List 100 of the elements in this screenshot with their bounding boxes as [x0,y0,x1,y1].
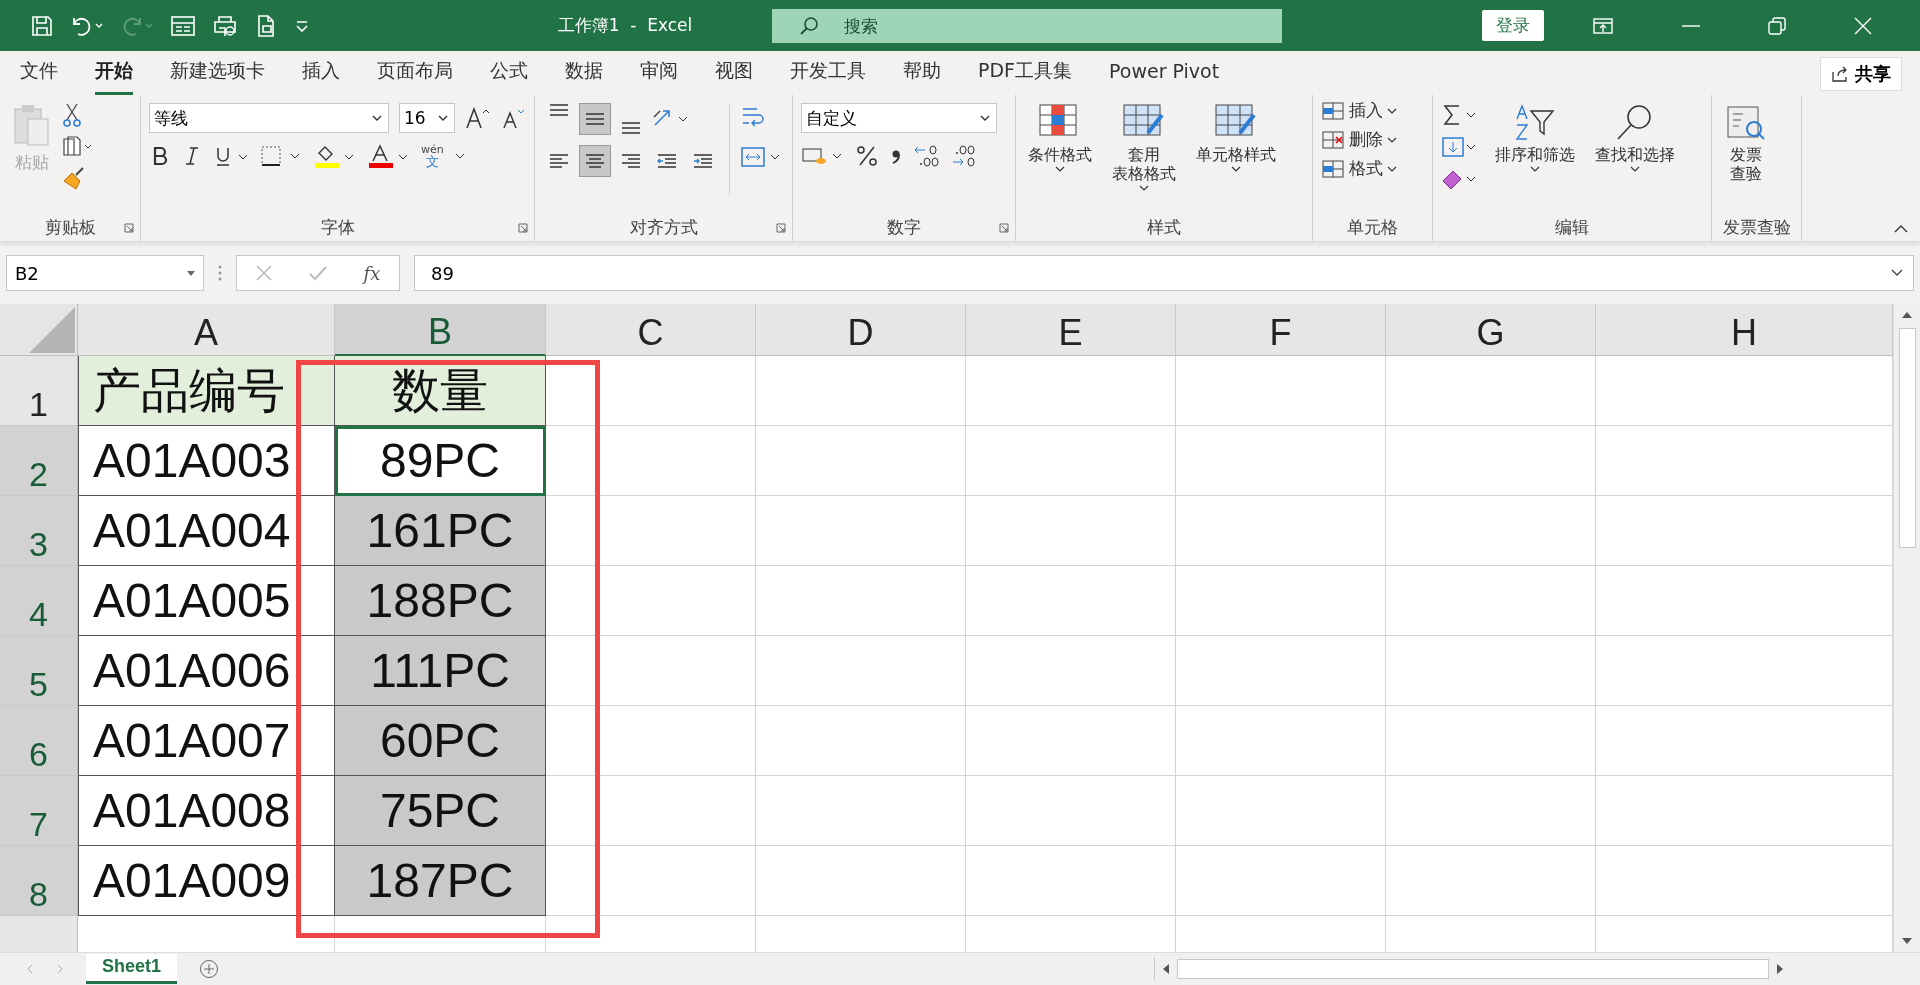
cell-grid-icon [1321,129,1345,150]
copy-icon[interactable] [62,135,92,159]
table-cell: 60PC [335,706,546,776]
group-label: 样式 [1147,215,1181,239]
phonetic-button[interactable]: wén 文 [421,144,444,168]
increase-decimal-icon[interactable] [913,143,941,169]
triangle-icon [29,307,75,353]
merge-center-icon[interactable] [740,145,782,169]
column-header[interactable]: G [1386,304,1596,356]
login-button[interactable]: 登录 [1482,10,1544,41]
row-header[interactable]: 8 [0,846,78,916]
scroll-right-icon[interactable] [1777,964,1783,974]
column-header[interactable]: D [756,304,966,356]
ribbon-tab[interactable]: 数据 [565,51,603,95]
form-icon[interactable] [170,13,196,38]
editing-button[interactable]: 排序和筛选 [1491,103,1579,173]
check-icon[interactable] [308,265,327,281]
search-icon [798,14,820,37]
cells-button[interactable]: 格式 [1321,157,1397,180]
increase-font-icon[interactable] [465,106,491,130]
font-name-field[interactable]: 等线 [149,103,389,133]
align-lines-icon [548,152,570,170]
ribbon-tab[interactable]: 开发工具 [790,51,866,95]
ribbon-tab[interactable]: 文件 [20,51,58,95]
column-header[interactable]: E [966,304,1176,356]
collapse-ribbon-icon[interactable] [1894,225,1908,233]
table-cell: 188PC [335,566,546,636]
column-header[interactable]: H [1596,304,1893,356]
column-header[interactable]: F [1176,304,1386,356]
save-icon[interactable] [30,13,54,38]
row-header[interactable]: 7 [0,776,78,846]
format-painter-icon[interactable] [62,167,86,191]
ribbon-tab[interactable]: 插入 [302,51,340,95]
column-header[interactable]: A [78,304,335,356]
name-box[interactable]: B2 [6,255,204,291]
editing-button[interactable]: 查找和选择 [1591,103,1679,173]
chevron-down-icon[interactable] [453,152,466,160]
chevron-down-icon [1231,166,1241,173]
chevron-down-icon [1387,136,1397,143]
dialog-launcher-icon[interactable] [776,223,786,233]
table-cell: 89PC [335,426,546,496]
table-cell: A01A004 [78,496,335,566]
dialog-launcher-icon[interactable] [518,223,528,233]
row-header[interactable]: 5 [0,636,78,706]
window-title: 工作簿1 - Excel [556,14,694,37]
dialog-launcher-icon[interactable] [999,223,1009,233]
search-field[interactable]: 搜索 [772,8,1282,43]
row-header[interactable]: 6 [0,706,78,776]
group-label: 发票查验 [1722,215,1791,239]
scissors-icon[interactable] [62,103,82,127]
cells-button[interactable]: 删除 [1321,128,1397,151]
minimize-icon[interactable] [1682,23,1700,28]
group-label: 单元格 [1347,215,1398,239]
close-icon[interactable] [1854,16,1872,35]
font-size-field[interactable]: 16 [399,103,455,133]
insert-function-button[interactable]: fx [363,262,381,284]
column-header[interactable]: C [546,304,756,356]
column-header[interactable]: B [335,304,546,356]
horizontal-align-button[interactable] [579,145,611,177]
restore-icon[interactable] [1768,16,1786,35]
cell-grid-icon [1321,158,1345,179]
scroll-down-icon[interactable] [1902,938,1912,944]
ribbon-tab[interactable]: 新建选项卡 [170,51,265,95]
ribbon-display-icon[interactable] [1592,16,1614,35]
row-header[interactable]: 4 [0,566,78,636]
style-button[interactable]: 条件格式 [1024,103,1096,173]
style-button[interactable]: 单元格样式 [1192,103,1280,173]
scroll-left-icon[interactable] [1163,964,1169,974]
share-button[interactable]: 共享 [1820,57,1902,91]
vertical-align-button[interactable] [579,103,611,135]
cells-button[interactable]: 插入 [1321,99,1397,122]
scrollbar-thumb[interactable] [1898,328,1916,548]
ribbon-tab[interactable]: 公式 [490,51,528,95]
ribbon-tab[interactable]: 视图 [715,51,753,95]
number-format-field[interactable]: 自定义 [801,103,997,133]
drag-handle-icon[interactable] [218,265,222,281]
percent-icon[interactable] [855,144,879,168]
ribbon-tab[interactable]: 审阅 [640,51,678,95]
dropdown-arrow-icon [187,270,195,276]
sort-filter-icon [1513,103,1557,143]
print-preview-icon[interactable] [212,13,238,38]
dialog-launcher-icon[interactable] [124,223,134,233]
scrollbar-thumb[interactable] [1177,959,1769,979]
ribbon-tab[interactable]: 帮助 [903,51,941,95]
table-cell: 111PC [335,636,546,706]
align-lines-icon [548,104,570,116]
row-header[interactable]: 3 [0,496,78,566]
style-button[interactable]: 套用 表格格式 [1108,103,1180,192]
table-cell: A01A006 [78,636,335,706]
scroll-up-icon[interactable] [1902,312,1912,318]
sheet-tab[interactable]: Sheet1 [86,954,178,984]
add-sheet-icon[interactable] [199,959,220,979]
ribbon-tab[interactable]: 页面布局 [377,51,453,95]
row-header[interactable]: 2 [0,426,78,496]
vertical-scrollbar[interactable] [1893,304,1920,952]
row-header[interactable]: 1 [0,356,78,426]
invoice-check-button[interactable]: 发票 查验 [1720,103,1772,184]
ribbon-tab[interactable]: Power Pivot [1109,53,1220,93]
ribbon-tab[interactable]: PDF工具集 [978,51,1073,95]
formula-field[interactable]: 89 [414,255,1914,291]
